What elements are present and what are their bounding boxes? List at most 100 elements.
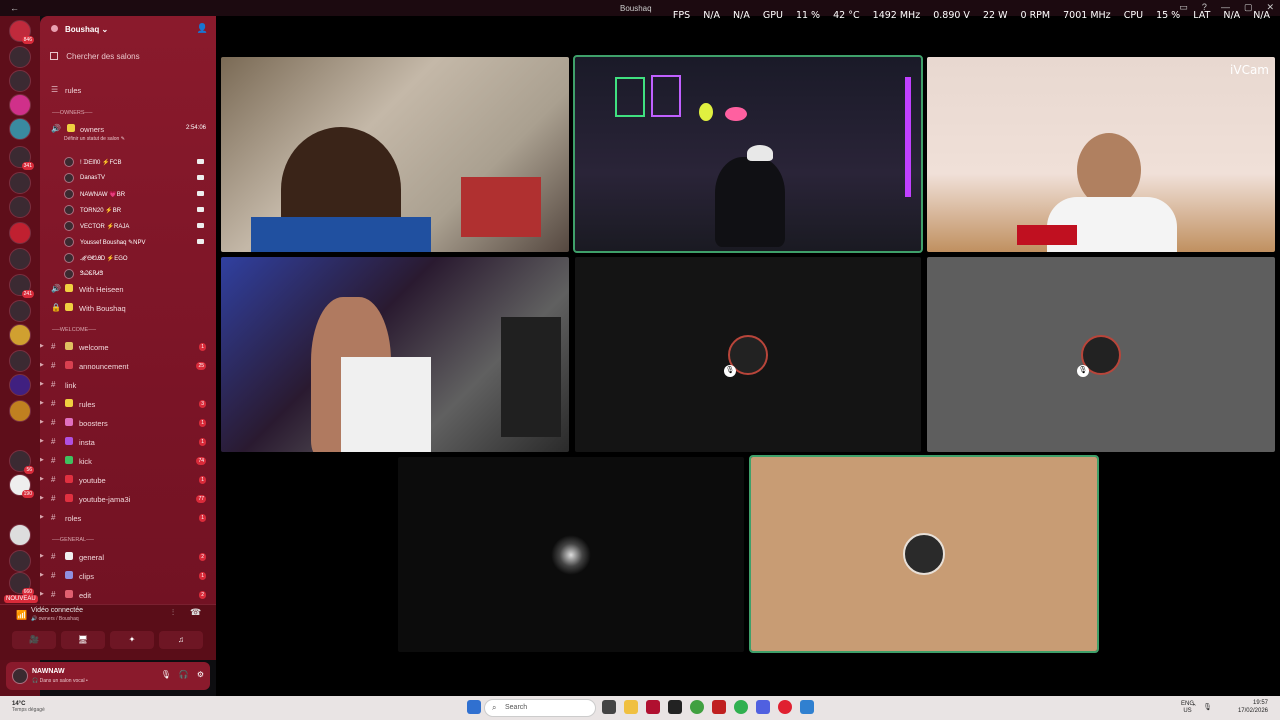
avatar-tile[interactable]: 🎙	[575, 257, 921, 452]
server-icon[interactable]	[9, 46, 31, 68]
opera-icon[interactable]	[778, 700, 792, 714]
gpu-voltage: 0.890 V	[933, 10, 970, 21]
server-icon[interactable]	[9, 400, 31, 422]
text-channel-announcement[interactable]: ▶ # announcement 25	[40, 358, 216, 374]
server-icon[interactable]	[9, 196, 31, 218]
headphones-icon[interactable]: 🎧	[179, 670, 189, 679]
soundboard-button[interactable]: ♫	[159, 631, 203, 649]
text-channel-youtube[interactable]: ▶ # youtube 1	[40, 472, 216, 488]
voice-member[interactable]: TORN20 ⚡BR	[64, 202, 214, 218]
server-icon[interactable]	[9, 94, 31, 116]
server-icon[interactable]	[9, 248, 31, 270]
server-icon[interactable]	[9, 374, 31, 396]
video-tile-active[interactable]	[573, 55, 923, 253]
server-dot-icon	[51, 25, 58, 32]
text-channel-youtube-jama3i[interactable]: ▶ # youtube-jama3i 77	[40, 491, 216, 507]
server-icon[interactable]	[9, 300, 31, 322]
voice-member[interactable]: Youssef Boushaq ✎NPV	[64, 234, 214, 250]
weather-widget[interactable]: 14°C Temps dégagé	[12, 701, 45, 713]
add-member-icon[interactable]: 👤	[197, 23, 208, 34]
mic-icon[interactable]: 🎙	[161, 670, 171, 679]
server-icon[interactable]	[9, 350, 31, 372]
channel-emoji-icon	[65, 571, 73, 579]
settings-gear-icon[interactable]: ⚙	[197, 670, 204, 679]
participant-avatar: 🎙	[1077, 335, 1121, 377]
unread-badge: 1	[199, 343, 206, 351]
app-icon[interactable]	[712, 700, 726, 714]
category-owners[interactable]: ──OWNERS──	[52, 110, 92, 116]
text-channel-clips[interactable]: ▶ # clips 1	[40, 568, 216, 584]
member-name: ℳᎾᏬᎯᎠ ⚡EGO	[80, 256, 128, 262]
noise-suppression-icon[interactable]: ⫶	[172, 608, 174, 618]
text-channel-edit[interactable]: ▶ # edit 2	[40, 587, 216, 603]
server-icon[interactable]	[9, 324, 31, 346]
text-channel-boosters[interactable]: ▶ # boosters 1	[40, 415, 216, 431]
text-channel-welcome[interactable]: ▶ # welcome 1	[40, 339, 216, 355]
discord-icon[interactable]	[756, 700, 770, 714]
avatar-tile[interactable]	[398, 457, 744, 652]
taskbar-search[interactable]: ⌕ Search	[484, 699, 596, 717]
screen-share-button[interactable]: 🖥	[61, 631, 105, 649]
server-icon[interactable]: 190	[9, 474, 34, 498]
text-channel-roles[interactable]: ▶ # roles 1	[40, 510, 216, 526]
disconnect-icon[interactable]: ☎	[190, 607, 201, 618]
gpu-temp: 42 °C	[833, 10, 860, 21]
channel-search[interactable]: Chercher des salons	[50, 52, 140, 61]
file-explorer-icon[interactable]	[624, 700, 638, 714]
activities-button[interactable]: ✦	[110, 631, 154, 649]
voice-member[interactable]: ! ᗪᗴᗰ0 ⚡FCB	[64, 154, 214, 170]
start-button[interactable]	[467, 700, 481, 714]
text-channel-rules[interactable]: ▶ # rules 3	[40, 396, 216, 412]
avatar-tile[interactable]: 🎙	[927, 257, 1275, 452]
voice-channel-with-boushaq[interactable]: 🔒 With Boushaq	[40, 300, 216, 316]
voice-member[interactable]: DanasTV	[64, 170, 214, 186]
home-button[interactable]: 846	[9, 20, 34, 44]
voice-channel-with-heiseen[interactable]: 🔊 With Heiseen	[40, 281, 216, 297]
server-icon[interactable]: 341	[9, 146, 34, 170]
category-welcome[interactable]: ──WELCOME──	[52, 327, 96, 333]
set-status-hint[interactable]: Définir un statut de salon ✎	[64, 136, 125, 142]
server-icon[interactable]: 56	[9, 450, 34, 474]
user-avatar[interactable]	[12, 668, 28, 684]
task-view-icon[interactable]	[602, 700, 616, 714]
app-icon[interactable]	[800, 700, 814, 714]
language-indicator[interactable]: ENG US	[1181, 701, 1194, 715]
voice-member[interactable]: ℳᎾᏬᎯᎠ ⚡EGO	[64, 250, 214, 266]
chrome-icon[interactable]	[690, 700, 704, 714]
text-channel-kick[interactable]: ▶ # kick 74	[40, 453, 216, 469]
voice-channel-owners[interactable]: 🔊 owners 2:54:06	[40, 121, 216, 137]
video-tile[interactable]	[221, 57, 569, 252]
server-icon[interactable]	[9, 550, 31, 572]
server-icon[interactable]	[9, 524, 31, 546]
channel-label: kick	[79, 457, 92, 466]
server-icon[interactable]: 660	[9, 572, 34, 596]
server-icon[interactable]	[9, 172, 31, 194]
server-icon[interactable]	[9, 118, 31, 140]
clock[interactable]: 19:57 17/02/2026	[1238, 699, 1268, 715]
app-icon[interactable]	[646, 700, 660, 714]
camera-button[interactable]: 🎥	[12, 631, 56, 649]
back-arrow-icon[interactable]: ←	[10, 3, 19, 13]
voice-member[interactable]: ᏕᏇᏋᏒᏗᏕ	[64, 266, 214, 282]
voice-member[interactable]: VECTOR ⚡RAJA	[64, 218, 214, 234]
server-icon[interactable]	[9, 70, 31, 92]
avatar-tile-active[interactable]	[749, 455, 1099, 653]
system-tray-icons[interactable]: ⌃🎙	[1191, 703, 1218, 711]
app-icon[interactable]	[668, 700, 682, 714]
text-channel-general[interactable]: ▶ # general 2	[40, 549, 216, 565]
video-tile[interactable]	[221, 257, 569, 452]
signal-icon[interactable]: 📶	[16, 610, 27, 621]
voice-status: Vidéo connectée	[31, 607, 84, 614]
video-tile[interactable]: iVCam	[927, 57, 1275, 252]
spotify-icon[interactable]	[734, 700, 748, 714]
server-header[interactable]: Boushaq ⌄ 👤	[40, 16, 216, 42]
voice-location[interactable]: 🔊 owners / Boushaq	[31, 616, 79, 622]
category-general[interactable]: ──GENERAL──	[52, 537, 94, 543]
server-icon[interactable]: 241	[9, 274, 34, 298]
channel-rules-top[interactable]: ☰ rules	[40, 82, 216, 98]
text-channel-insta[interactable]: ▶ # insta 1	[40, 434, 216, 450]
voice-member[interactable]: NAWNAW 💗BR	[64, 186, 214, 202]
participant-avatar	[903, 533, 945, 575]
text-channel-link[interactable]: ▶ # link	[40, 377, 216, 393]
server-icon[interactable]	[9, 222, 31, 244]
